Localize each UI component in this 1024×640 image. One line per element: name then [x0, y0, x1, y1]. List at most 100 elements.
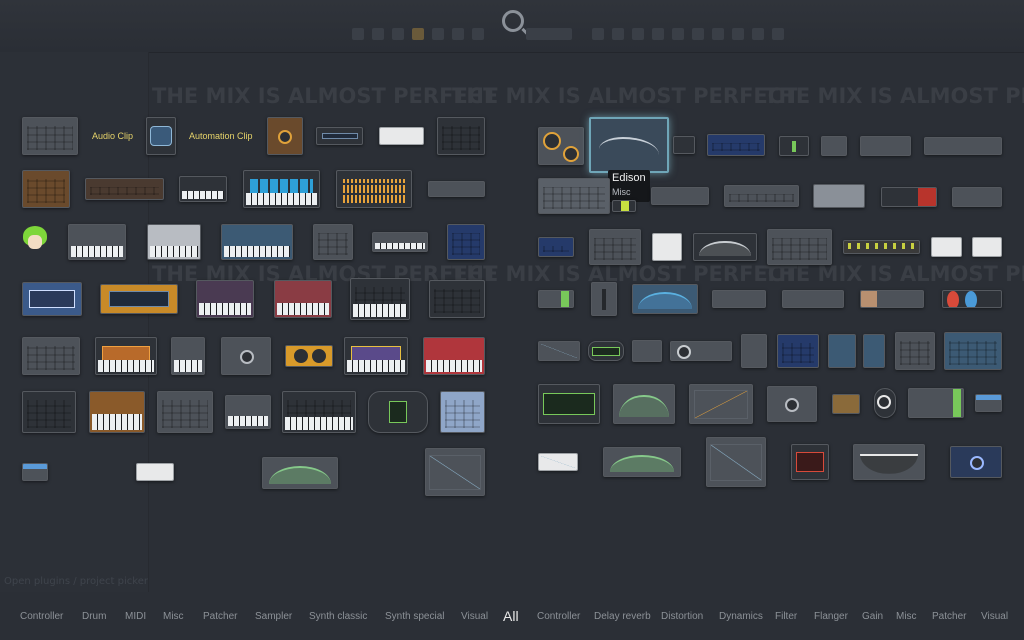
edison-thumbnail[interactable]: [589, 117, 669, 173]
plugin-thumbnail[interactable]: [440, 391, 485, 433]
tab-sampler[interactable]: Sampler: [255, 611, 292, 622]
plugin-thumbnail[interactable]: [538, 341, 580, 361]
tab-dynamics[interactable]: Dynamics: [719, 611, 763, 622]
plugin-thumbnail[interactable]: [22, 463, 48, 481]
automation-clip-icon[interactable]: [146, 117, 176, 155]
plugin-thumbnail[interactable]: [707, 134, 765, 156]
plugin-thumbnail[interactable]: [670, 341, 732, 361]
plugin-thumbnail[interactable]: [791, 444, 829, 480]
plugin-thumbnail[interactable]: [379, 127, 424, 145]
plugin-thumbnail[interactable]: [942, 290, 1002, 308]
plugin-thumbnail[interactable]: [724, 185, 799, 207]
plugin-thumbnail[interactable]: [693, 233, 757, 261]
plugin-thumbnail[interactable]: [368, 391, 428, 433]
plugin-thumbnail[interactable]: [282, 391, 356, 433]
plugin-thumbnail[interactable]: [313, 224, 353, 260]
plugin-thumbnail[interactable]: [651, 187, 709, 205]
plugin-thumbnail[interactable]: [425, 448, 485, 496]
plugin-thumbnail[interactable]: [874, 388, 896, 418]
tab-visual[interactable]: Visual: [461, 611, 488, 622]
tab-controller[interactable]: Controller: [20, 611, 63, 622]
plugin-thumbnail[interactable]: [22, 117, 78, 155]
tab-flanger[interactable]: Flanger: [814, 611, 848, 622]
plugin-thumbnail[interactable]: [22, 282, 82, 316]
plugin-thumbnail[interactable]: [741, 334, 767, 368]
plugin-thumbnail[interactable]: [538, 127, 584, 165]
tab-all[interactable]: All: [503, 608, 519, 624]
tab-filter[interactable]: Filter: [775, 611, 797, 622]
tab-controller-fx[interactable]: Controller: [537, 611, 580, 622]
plugin-thumbnail[interactable]: [673, 136, 695, 154]
plugin-thumbnail[interactable]: [821, 136, 847, 156]
plugin-thumbnail[interactable]: [179, 176, 227, 202]
plugin-thumbnail[interactable]: [428, 181, 485, 197]
plugin-thumbnail[interactable]: [447, 224, 485, 260]
plugin-thumbnail[interactable]: [171, 337, 205, 375]
tab-synth-classic[interactable]: Synth classic: [309, 611, 367, 622]
plugin-thumbnail[interactable]: [350, 278, 410, 320]
plugin-thumbnail[interactable]: [538, 384, 600, 424]
plugin-thumbnail[interactable]: [689, 384, 753, 424]
plugin-thumbnail[interactable]: [972, 237, 1002, 257]
plugin-thumbnail[interactable]: [706, 437, 766, 487]
plugin-thumbnail[interactable]: [221, 337, 271, 375]
plugin-thumbnail[interactable]: [632, 340, 662, 362]
plugin-thumbnail[interactable]: [437, 117, 485, 155]
tab-midi[interactable]: MIDI: [125, 611, 146, 622]
tab-patcher[interactable]: Patcher: [203, 611, 237, 622]
plugin-thumbnail[interactable]: [538, 290, 574, 308]
plugin-thumbnail[interactable]: [22, 391, 76, 433]
plugin-thumbnail[interactable]: [881, 187, 937, 207]
tab-delay-reverb[interactable]: Delay reverb: [594, 611, 651, 622]
tab-gain[interactable]: Gain: [862, 611, 883, 622]
tab-synth-special[interactable]: Synth special: [385, 611, 444, 622]
search-input[interactable]: [526, 28, 572, 40]
plugin-thumbnail[interactable]: [95, 337, 157, 375]
plugin-thumbnail[interactable]: [944, 332, 1002, 370]
plugin-thumbnail[interactable]: [632, 284, 698, 314]
plugin-thumbnail[interactable]: [267, 117, 303, 155]
plugin-thumbnail[interactable]: [832, 394, 860, 414]
plugin-thumbnail[interactable]: [89, 391, 145, 433]
plugin-thumbnail[interactable]: [950, 446, 1002, 478]
plugin-thumbnail[interactable]: [157, 391, 213, 433]
plugin-thumbnail[interactable]: [853, 444, 925, 480]
plugin-thumbnail[interactable]: [147, 224, 201, 260]
plugin-thumbnail[interactable]: [68, 224, 126, 260]
plugin-thumbnail[interactable]: [777, 334, 819, 368]
plugin-thumbnail[interactable]: [924, 137, 1002, 155]
plugin-thumbnail[interactable]: [423, 337, 485, 375]
plugin-thumbnail[interactable]: [828, 334, 856, 368]
plugin-thumbnail[interactable]: [860, 136, 911, 156]
plugin-thumbnail[interactable]: [538, 237, 574, 257]
plugin-thumbnail[interactable]: [22, 337, 80, 375]
plugin-thumbnail[interactable]: [613, 384, 675, 424]
plugin-thumbnail[interactable]: [612, 200, 636, 212]
plugin-thumbnail[interactable]: [767, 229, 832, 265]
plugin-thumbnail[interactable]: [429, 280, 485, 318]
plugin-thumbnail[interactable]: [813, 184, 865, 208]
plugin-thumbnail[interactable]: [931, 237, 962, 257]
plugin-thumbnail[interactable]: [538, 178, 610, 214]
plugin-thumbnail[interactable]: [243, 170, 320, 208]
plugin-thumbnail[interactable]: [22, 170, 70, 208]
plugin-thumbnail[interactable]: [588, 341, 624, 361]
search-icon[interactable]: [502, 10, 524, 32]
plugin-thumbnail[interactable]: [779, 136, 809, 156]
plugin-thumbnail[interactable]: [589, 229, 641, 265]
tab-distortion[interactable]: Distortion: [661, 611, 703, 622]
plugin-thumbnail[interactable]: [100, 284, 178, 314]
plugin-thumbnail[interactable]: [85, 178, 164, 200]
plugin-thumbnail[interactable]: [767, 386, 817, 422]
tab-drum[interactable]: Drum: [82, 611, 106, 622]
plugin-thumbnail[interactable]: [225, 395, 271, 429]
audio-clip-label[interactable]: Audio Clip: [92, 131, 133, 141]
tab-misc-fx[interactable]: Misc: [896, 611, 917, 622]
plugin-thumbnail[interactable]: [975, 394, 1002, 412]
plugin-thumbnail[interactable]: [285, 345, 333, 367]
plugin-thumbnail[interactable]: [344, 337, 408, 375]
fruity-character-icon[interactable]: [23, 226, 47, 254]
plugin-thumbnail[interactable]: [538, 453, 578, 471]
plugin-thumbnail[interactable]: [316, 127, 363, 145]
plugin-thumbnail[interactable]: [196, 280, 254, 318]
